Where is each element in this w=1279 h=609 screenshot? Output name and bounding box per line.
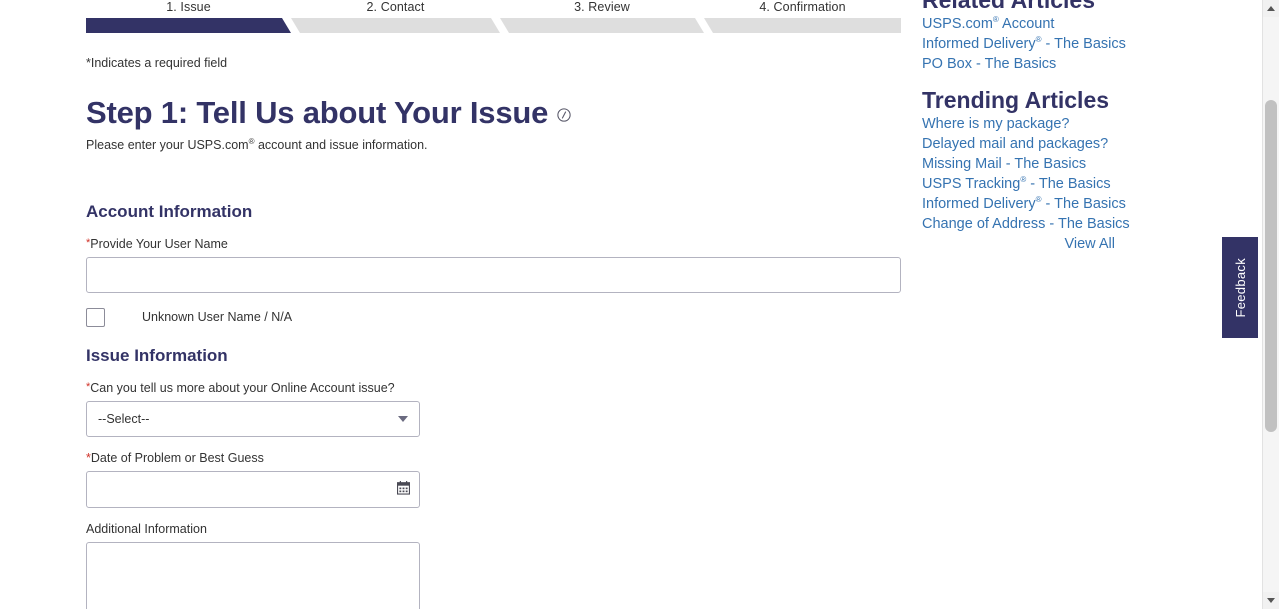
date-label: *Date of Problem or Best Guess [86, 451, 906, 466]
step-1-bar [86, 18, 291, 33]
caret-down-icon [1267, 598, 1275, 603]
vertical-scrollbar[interactable] [1262, 0, 1279, 609]
intro-text-after: account and issue information. [254, 138, 428, 152]
page-title: Step 1: Tell Us about Your Issue [86, 95, 549, 130]
link-text: Where is my package? [922, 116, 1070, 132]
page-title-row: Step 1: Tell Us about Your Issue [86, 96, 906, 130]
date-input[interactable] [86, 471, 420, 508]
unknown-user-label: Unknown User Name / N/A [142, 310, 293, 324]
issue-select-wrap[interactable]: --Select-- [86, 401, 420, 437]
trending-articles-heading: Trending Articles [922, 87, 1110, 113]
feedback-tab-label: Feedback [1232, 257, 1248, 318]
feedback-tab[interactable]: Feedback [1222, 237, 1258, 338]
additional-info-label: Additional Information [86, 522, 207, 536]
step-4-bar [704, 18, 901, 33]
trending-link-informed-delivery[interactable]: Informed Delivery® - The Basics [922, 194, 1126, 214]
articles-sidebar: Related Articles USPS.com® Account Infor… [922, 0, 1130, 254]
link-text: USPS Tracking [922, 176, 1021, 192]
unknown-user-checkbox[interactable] [86, 307, 105, 327]
trending-link-missing-mail[interactable]: Missing Mail - The Basics [922, 154, 1122, 174]
required-field-note: *Indicates a required field [86, 56, 228, 70]
step-4-label: 4. Confirmation [759, 0, 846, 14]
link-text: Missing Mail - The Basics [922, 156, 1087, 172]
step-2[interactable]: 2. Contact [291, 0, 500, 36]
link-text: PO Box - The Basics [922, 56, 1057, 72]
link-text: Informed Delivery [922, 196, 1036, 212]
issue-select[interactable]: --Select-- [86, 401, 420, 437]
related-link-po-box[interactable]: PO Box - The Basics [922, 54, 1122, 74]
page-root: 1. Issue 2. Contact 3. Review 4. Confirm… [0, 0, 1279, 609]
intro-text-before: Please enter your USPS.com [86, 138, 249, 152]
additional-info-textarea[interactable] [86, 542, 420, 609]
issue-question-group: *Can you tell us more about your Online … [86, 380, 906, 437]
scrollbar-thumb[interactable] [1265, 100, 1277, 432]
trending-link-usps-tracking[interactable]: USPS Tracking® - The Basics [922, 174, 1122, 194]
additional-info-group: Additional Information [86, 522, 906, 609]
account-information-heading: Account Information [86, 202, 253, 221]
info-circle-icon[interactable] [557, 108, 571, 122]
step-3[interactable]: 3. Review [500, 0, 704, 36]
view-all-wrap: View All [922, 234, 1115, 254]
username-field-group: *Provide Your User Name [86, 236, 906, 293]
date-input-wrap [86, 471, 420, 508]
step-4[interactable]: 4. Confirmation [704, 0, 901, 36]
date-label-text: Date of Problem or Best Guess [90, 451, 264, 465]
step-2-label: 2. Contact [366, 0, 425, 14]
step-1[interactable]: 1. Issue [86, 0, 291, 36]
page-intro-text: Please enter your USPS.com® account and … [86, 137, 906, 152]
issue-question-label: *Can you tell us more about your Online … [86, 380, 906, 396]
step-2-bar [291, 18, 500, 33]
username-label-text: Provide Your User Name [90, 237, 228, 251]
scroll-down-button[interactable] [1263, 592, 1279, 609]
link-text: USPS.com [922, 16, 993, 32]
related-link-usps-account[interactable]: USPS.com® Account [922, 14, 1122, 34]
issue-information-heading: Issue Information [86, 346, 228, 365]
link-text: Delayed mail and packages? [922, 136, 1109, 152]
related-link-informed-delivery[interactable]: Informed Delivery® - The Basics [922, 34, 1126, 54]
main-content: 1. Issue 2. Contact 3. Review 4. Confirm… [86, 0, 906, 609]
trending-link-delayed-mail[interactable]: Delayed mail and packages? [922, 134, 1122, 154]
link-text-after: - The Basics [1041, 196, 1126, 212]
view-all-link[interactable]: View All [1064, 236, 1115, 252]
step-3-bar [500, 18, 704, 33]
step-3-label: 3. Review [574, 0, 630, 14]
caret-up-icon [1267, 6, 1275, 11]
link-text: Change of Address - The Basics [922, 216, 1130, 232]
trending-link-change-of-address[interactable]: Change of Address - The Basics [922, 214, 1130, 234]
scroll-up-button[interactable] [1263, 0, 1279, 17]
link-text-after: Account [998, 16, 1055, 32]
username-input[interactable] [86, 257, 901, 293]
progress-steps: 1. Issue 2. Contact 3. Review 4. Confirm… [86, 0, 901, 36]
unknown-user-row[interactable]: Unknown User Name / N/A [86, 307, 906, 327]
date-field-group: *Date of Problem or Best Guess [86, 451, 906, 508]
username-label: *Provide Your User Name [86, 236, 906, 252]
issue-question-label-text: Can you tell us more about your Online A… [90, 381, 395, 395]
link-text: Informed Delivery [922, 36, 1036, 52]
link-text-after: - The Basics [1026, 176, 1111, 192]
link-text-after: - The Basics [1041, 36, 1126, 52]
step-1-label: 1. Issue [166, 0, 211, 14]
trending-link-where-is-my-package[interactable]: Where is my package? [922, 114, 1122, 134]
related-articles-heading: Related Articles [922, 0, 1095, 13]
